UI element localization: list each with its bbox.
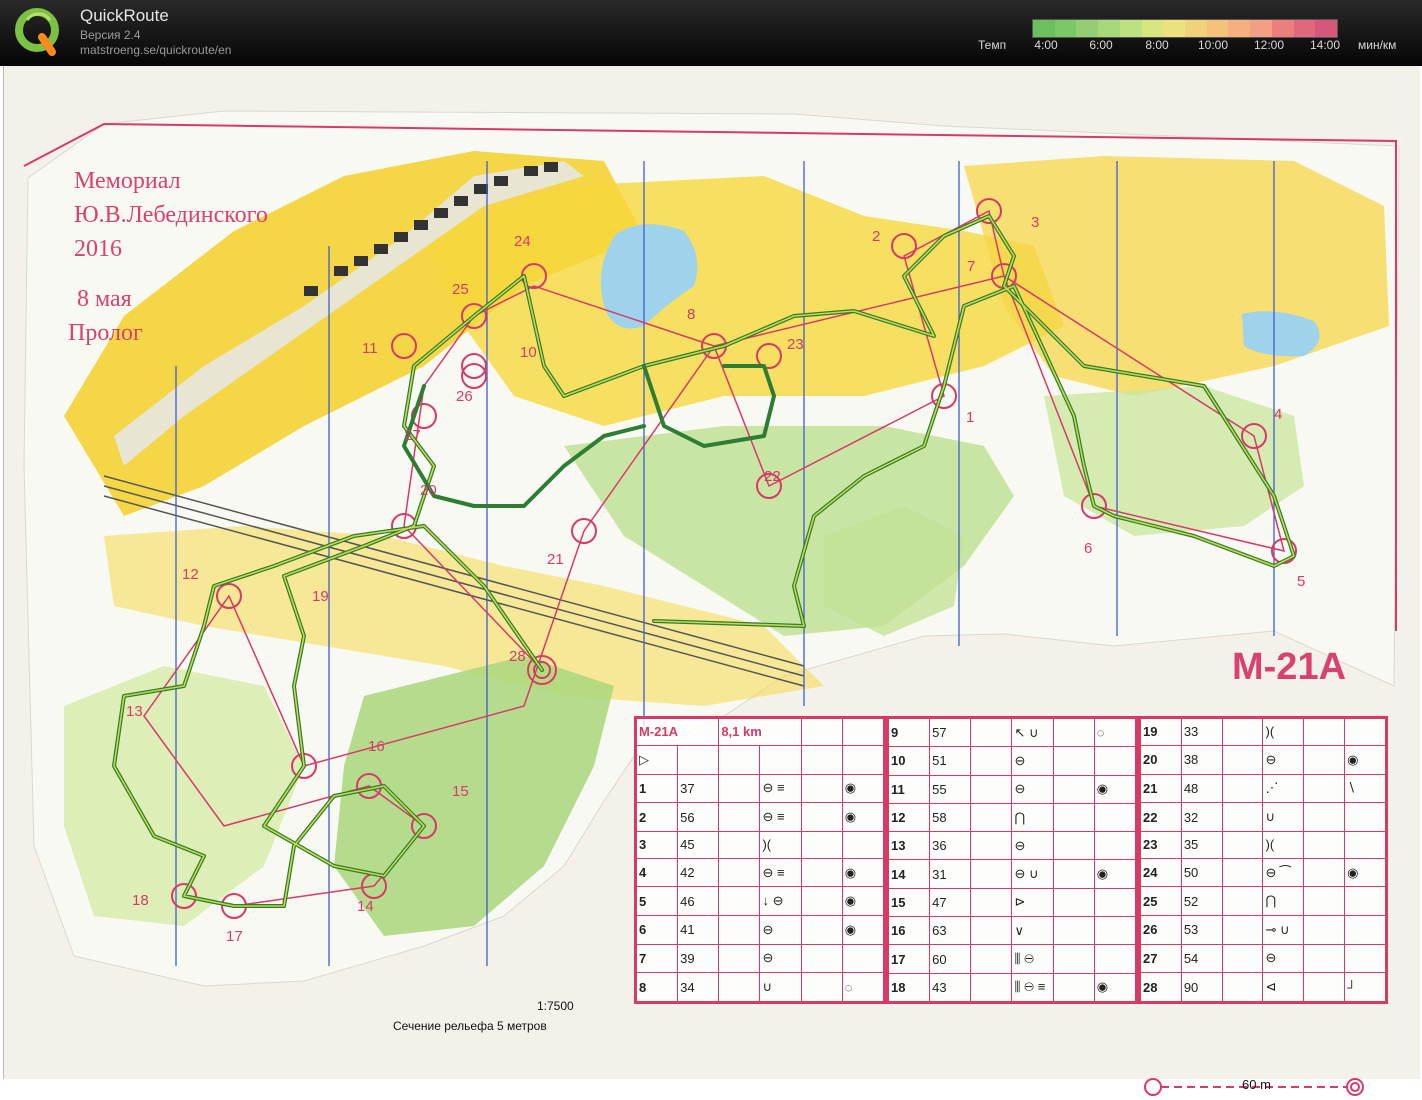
description-row: 25 52 ⋂ — [1140, 886, 1386, 916]
description-row: 9 57 ↖ ∪ ◌ — [887, 717, 1137, 748]
description-row: 12 58 ⋂ — [887, 802, 1137, 833]
map-scale: 1:7500 — [537, 999, 574, 1013]
control-number-label: 3 — [1031, 214, 1040, 231]
control-number-label: 21 — [547, 551, 564, 568]
control-number-label: 2 — [872, 228, 881, 245]
event-date: 8 мая — [77, 286, 132, 312]
control-number-label: 14 — [357, 898, 374, 915]
description-row: 15 47 ⊳ — [887, 887, 1137, 918]
control-number-label: 8 — [687, 306, 696, 323]
event-title-line-1: Мемориал — [74, 168, 181, 194]
control-number-label: 12 — [182, 566, 199, 583]
description-row: 3 45)( — [635, 830, 885, 859]
pace-tick-label: 14:00 — [1309, 38, 1341, 52]
pace-color-step — [1315, 20, 1338, 37]
pace-color-step — [1163, 20, 1186, 37]
pace-color-step — [1185, 20, 1207, 37]
control-number-label: 19 — [312, 588, 329, 605]
description-row: 13 36 ⊖ — [887, 831, 1137, 861]
control-description-card-1: M-21A 8,1 km ▷ 1 37 ⊖ ≡ ◉ 2 56 ⊖ ≡ ◉ 3 45)(4 42 ⊖ ≡ ◉ 5 4… — [634, 716, 886, 1004]
control-number-label: 25 — [452, 281, 469, 298]
description-row: 5 46 ↓ ⊖ ◉ — [635, 886, 885, 916]
pace-tick-label: 12:00 — [1253, 38, 1285, 52]
pace-color-step — [1250, 20, 1272, 37]
pace-color-step — [1076, 20, 1099, 37]
control-number-label: 5 — [1297, 573, 1306, 590]
contour-interval: Сечение рельефа 5 метров — [393, 1019, 547, 1033]
control-number-label: 15 — [452, 783, 469, 800]
pace-unit: мин/км — [1358, 38, 1397, 52]
pace-color-step — [1206, 20, 1229, 37]
pace-color-step — [1228, 20, 1251, 37]
pace-color-step — [1271, 20, 1294, 37]
description-row: 6 41 ⊖ ◉ — [635, 915, 885, 945]
description-row: 24 50 ⊖ ⁀ ◉ — [1140, 857, 1386, 888]
control-description-card-2: 9 57 ↖ ∪ ◌ 10 51 ⊖ 11 55 ⊖ ◉ 12 58 ⋂ 13 36 ⊖ 14 31 ⊖ ∪ ◉ 15 47… — [886, 716, 1138, 1004]
map-view[interactable]: Мемориал Ю.В.Лебединского 2016 8 мая Про… — [3, 66, 1420, 1096]
pace-color-step — [1141, 20, 1164, 37]
app-version: Версия 2.4 — [80, 28, 141, 42]
control-number-label: 28 — [509, 648, 526, 665]
control-number-label: 1 — [966, 409, 975, 426]
control-number-label: 20 — [420, 482, 437, 499]
pace-color-scale — [1032, 19, 1338, 38]
control-number-label: 26 — [456, 388, 473, 405]
description-row: 22 32 ∪ — [1140, 802, 1386, 832]
pace-color-step — [1293, 20, 1316, 37]
control-number-label: 24 — [514, 233, 531, 250]
app-title: QuickRoute — [80, 6, 169, 25]
start-row: ▷ — [635, 744, 885, 775]
control-number-label: 22 — [764, 468, 781, 485]
description-header-row: M-21A 8,1 km — [635, 718, 885, 746]
description-row: 10 51 ⊖ — [887, 746, 1137, 776]
pace-color-step — [1054, 20, 1077, 37]
event-title-line-3: 2016 — [74, 236, 122, 262]
control-number-label: 11 — [362, 340, 378, 357]
control-number-label: 27 — [404, 427, 421, 444]
quickroute-logo-icon — [15, 8, 59, 56]
description-row: 18 43 ⫼ ⊖ ≡ ◉ — [887, 972, 1137, 1003]
description-row: 21 48 ⋰ ∖ — [1140, 773, 1386, 804]
description-row: 1 37 ⊖ ≡ ◉ — [635, 773, 885, 804]
pace-color-step — [1119, 20, 1142, 37]
pace-tick-label: 10:00 — [1197, 38, 1229, 52]
description-row: 11 55 ⊖ ◉ — [887, 774, 1137, 804]
description-row: 2 56 ⊖ ≡ ◉ — [635, 802, 885, 832]
control-number-label: 10 — [520, 344, 537, 361]
control-number-label: 4 — [1274, 406, 1283, 423]
description-row: 26 53 ⊸ ∪ — [1140, 915, 1386, 945]
description-row: 28 90 ⊲ ┘ — [1140, 972, 1386, 1002]
description-row: 16 63 ∨ — [887, 916, 1137, 946]
pace-tick-label: 8:00 — [1145, 38, 1169, 52]
class-label: M-21A — [1232, 646, 1347, 688]
description-row: 20 38 ⊖ ◉ — [1140, 744, 1386, 775]
pace-tick-label: 4:00 — [1034, 38, 1058, 52]
pace-tick-label: 6:00 — [1089, 38, 1113, 52]
control-number-label: 23 — [787, 336, 804, 353]
description-row: 23 35)( — [1140, 830, 1386, 859]
description-row: 14 31 ⊖ ∪ ◉ — [887, 859, 1137, 889]
app-header: QuickRoute Версия 2.4 matstroeng.se/quic… — [0, 0, 1422, 66]
control-number-label: 7 — [967, 258, 976, 275]
control-description-card-3: 19 33)(20 38 ⊖ ◉ 21 48 ⋰ ∖ 22 32 ∪ 23 35)(24 50 ⊖ ⁀ ◉ 25 5… — [1138, 716, 1388, 1004]
description-row: 8 34 ∪ ◌ — [635, 972, 885, 1002]
pace-label: Темп — [978, 38, 1007, 52]
app-url[interactable]: matstroeng.se/quickroute/en — [80, 43, 231, 57]
event-title-line-2: Ю.В.Лебединского — [74, 202, 268, 228]
description-row: 19 33)( — [1140, 718, 1386, 746]
description-row: 7 39 ⊖ — [635, 943, 885, 974]
description-row: 17 60 ⫼ ⊖ — [887, 944, 1137, 974]
pace-color-step — [1033, 20, 1055, 37]
control-number-label: 16 — [368, 738, 385, 755]
control-number-label: 17 — [226, 928, 243, 945]
pace-color-step — [1098, 20, 1120, 37]
finish-distance-label: 60 m — [1242, 1077, 1271, 1092]
description-row: 4 42 ⊖ ≡ ◉ — [635, 857, 885, 888]
control-number-label: 6 — [1084, 540, 1093, 557]
control-number-label: 13 — [126, 703, 143, 720]
control-number-label: 18 — [132, 892, 149, 909]
description-row: 27 54 ⊖ — [1140, 943, 1386, 974]
event-stage: Пролог — [68, 320, 143, 346]
